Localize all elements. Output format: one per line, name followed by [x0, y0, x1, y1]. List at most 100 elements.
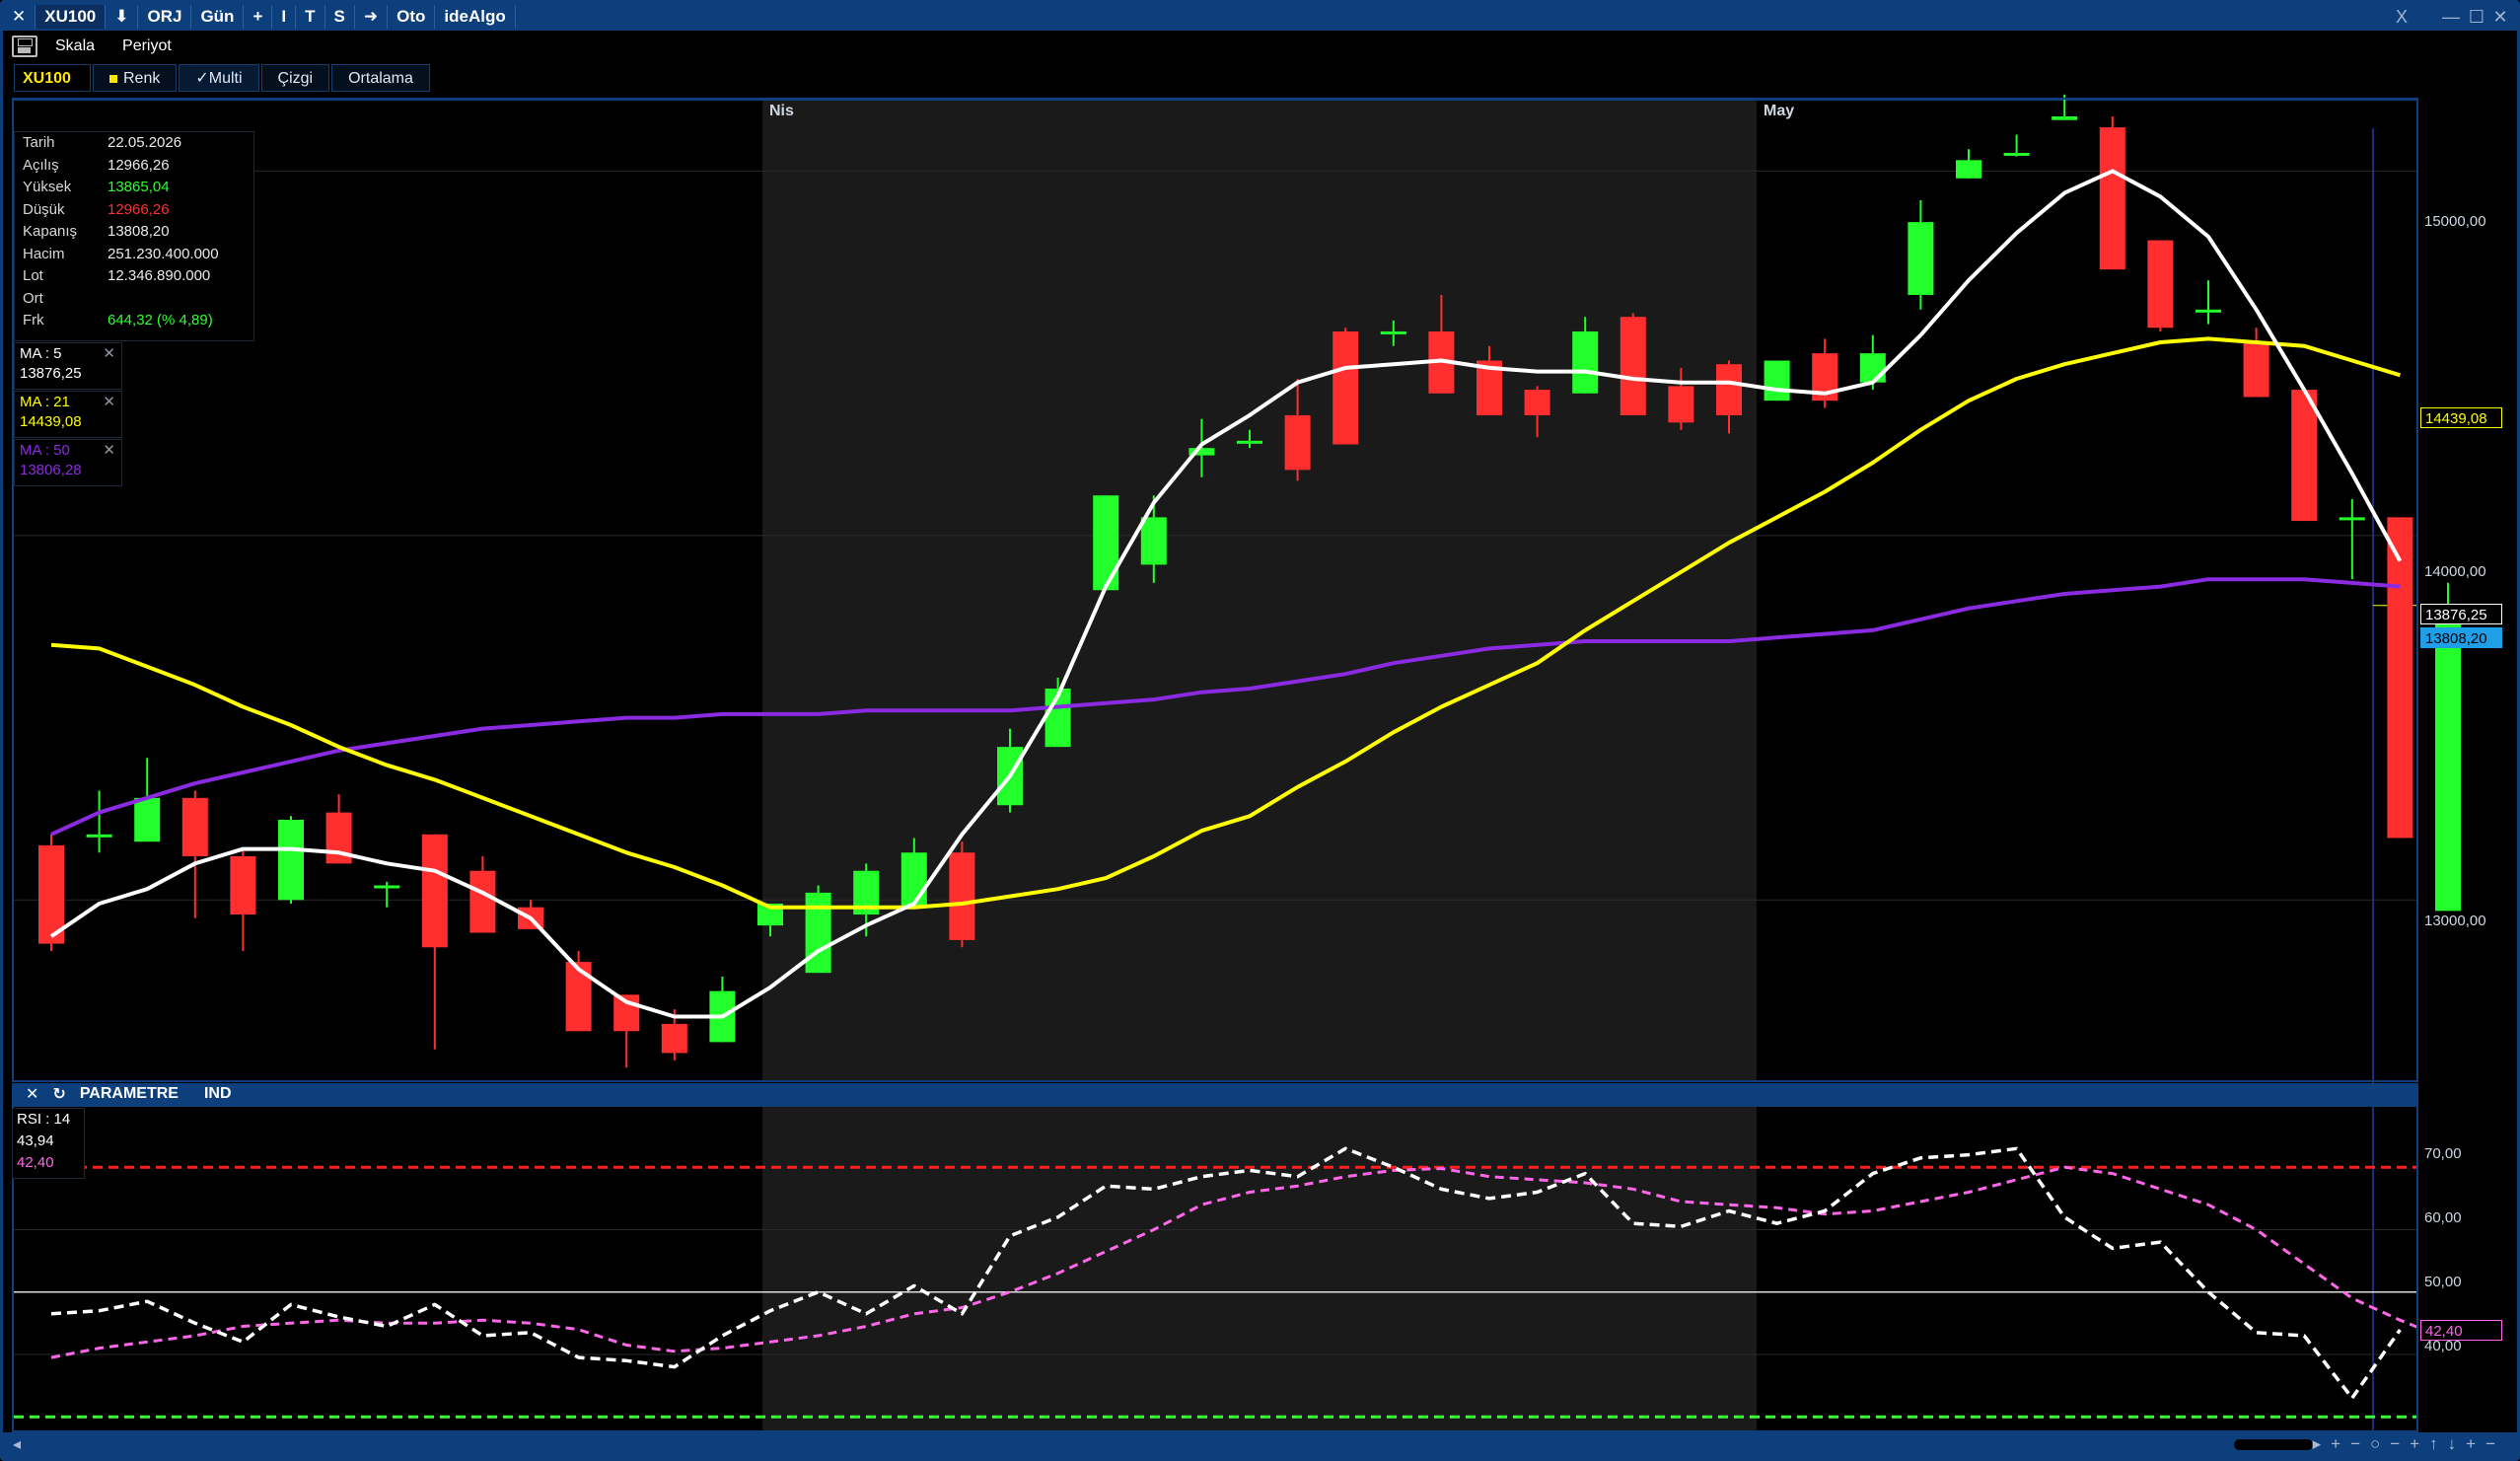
month-shade-nis-rsi: [762, 1107, 1757, 1432]
indicator-toolbar: ✕ ↻ PARAMETRE IND: [12, 1083, 2418, 1105]
ma50-value: 13806,28: [20, 462, 82, 478]
ohlc-value: 12966,26: [108, 156, 170, 174]
ma21-label: MA : 21: [20, 394, 70, 410]
rsi-axis-label: 60,00: [2424, 1209, 2462, 1226]
candle-body: [2003, 152, 2030, 156]
ohlc-value: 251.230.400.000: [108, 245, 219, 262]
ma21-remove-icon[interactable]: ✕: [103, 393, 115, 410]
candle-body: [565, 962, 592, 1032]
candle-body: [1572, 330, 1599, 394]
candle-body: [469, 870, 496, 933]
candle-body: [1380, 330, 1406, 334]
price-axis-label: 15000,00: [2424, 213, 2486, 230]
candle-body: [661, 1023, 687, 1054]
ohlc-value: 12966,26: [108, 200, 170, 218]
scroll-thumb[interactable]: [2234, 1439, 2313, 1450]
candle-body: [949, 852, 975, 940]
candle-body: [2243, 342, 2269, 398]
candle-body: [2339, 517, 2365, 521]
rsi-axis-label: 50,00: [2424, 1274, 2462, 1290]
candle-body: [900, 852, 927, 908]
candle-body: [2435, 605, 2461, 912]
ohlc-key: Açılış: [23, 156, 59, 174]
candle-body: [230, 855, 256, 915]
candle-body: [1908, 222, 1934, 296]
rsi-label: RSI : 14: [17, 1111, 71, 1128]
ohlc-key: Frk: [23, 312, 44, 329]
price-axis-label: 14000,00: [2424, 563, 2486, 580]
candle-body: [134, 797, 161, 842]
ohlc-value: 12.346.890.000: [108, 267, 211, 284]
ma50-legend[interactable]: MA : 50 13806,28 ✕: [14, 439, 122, 486]
ohlc-row: Frk 644,32 (% 4,89): [15, 310, 253, 332]
candle-body: [805, 892, 831, 974]
rsi-axis-label: 70,00: [2424, 1145, 2462, 1162]
chart-background: [762, 101, 1757, 1432]
ma50-remove-icon[interactable]: ✕: [103, 441, 115, 459]
candle-body: [1668, 386, 1694, 423]
candle-body: [1764, 360, 1790, 402]
candle-body: [1237, 440, 1262, 444]
ohlc-row: Hacim 251.230.400.000: [15, 244, 253, 266]
candle-body: [1284, 414, 1311, 471]
ohlc-key: Kapanış: [23, 223, 78, 240]
ohlc-row: Açılış 12966,26: [15, 155, 253, 178]
ma21-price-tag: 14439,08: [2420, 407, 2502, 428]
ohlc-value: 13808,20: [108, 223, 170, 240]
parameter-button[interactable]: PARAMETRE: [80, 1085, 179, 1103]
candle-body: [181, 797, 208, 856]
candle-body: [2291, 390, 2318, 522]
candle-body: [86, 834, 112, 838]
scroll-left-icon[interactable]: ◂: [13, 1434, 21, 1454]
ohlc-row: Yüksek 13865,04: [15, 177, 253, 199]
ohlc-row: Lot 12.346.890.000: [15, 265, 253, 288]
month-label-nis: Nis: [769, 103, 794, 119]
indicator-close-icon[interactable]: ✕: [26, 1084, 38, 1104]
candle-body: [1332, 330, 1359, 445]
candle-body: [2147, 240, 2174, 329]
ohlc-value: 22.05.2026: [108, 134, 182, 151]
ma5-remove-icon[interactable]: ✕: [103, 344, 115, 362]
price-chart[interactable]: [0, 0, 2520, 1461]
bottom-scrollbar[interactable]: ◂ ▸+−○−+↑↓+−: [3, 1432, 2517, 1458]
ma5-legend[interactable]: MA : 5 13876,25 ✕: [14, 342, 122, 390]
candle-body: [2387, 517, 2413, 839]
zoom-controls-icon[interactable]: ▸+−○−+↑↓+−: [2313, 1434, 2505, 1454]
rsi-legend[interactable]: RSI : 14 43,94 42,40: [12, 1108, 85, 1179]
ma21-legend[interactable]: MA : 21 14439,08 ✕: [14, 391, 122, 438]
ohlc-info-panel: Tarih 22.05.2026 Açılış 12966,26 Yüksek 13865…: [14, 131, 254, 341]
ma5-label: MA : 5: [20, 345, 62, 362]
refresh-icon[interactable]: ↻: [52, 1084, 65, 1104]
candle-body: [421, 834, 448, 948]
rsi-signal-tag: 42,40: [2420, 1320, 2502, 1341]
ohlc-value: 644,32 (% 4,89): [108, 312, 213, 329]
candle-body: [2052, 116, 2078, 120]
candle-body: [1956, 160, 1981, 179]
ohlc-row: Tarih 22.05.2026: [15, 132, 253, 155]
candle-body: [1524, 390, 1550, 415]
month-label-may: May: [1764, 103, 1795, 119]
ohlc-row: Ort: [15, 288, 253, 311]
price-axis-label: 13000,00: [2424, 913, 2486, 929]
ohlc-key: Lot: [23, 267, 43, 284]
ma5-value: 13876,25: [20, 365, 82, 382]
candle-body: [278, 820, 304, 901]
ohlc-key: Ort: [23, 289, 43, 307]
candle-body: [1093, 495, 1119, 591]
ohlc-key: Düşük: [23, 200, 65, 218]
ind-button[interactable]: IND: [204, 1085, 232, 1103]
ma5-price-tag: 13876,25: [2420, 604, 2502, 624]
ohlc-row: Kapanış 13808,20: [15, 221, 253, 244]
ma21-value: 14439,08: [20, 413, 82, 430]
month-shade-nis: [762, 101, 1757, 1082]
ohlc-row: Düşük 12966,26: [15, 199, 253, 222]
ohlc-key: Tarih: [23, 134, 55, 151]
ma50-label: MA : 50: [20, 442, 70, 459]
candle-body: [374, 885, 400, 889]
last-price-tag: 13808,20: [2420, 627, 2502, 648]
candle-body: [1859, 353, 1886, 383]
candle-body: [2196, 309, 2221, 313]
candle-body: [1140, 517, 1167, 565]
candle-body: [1716, 364, 1742, 415]
candle-body: [1620, 317, 1646, 415]
